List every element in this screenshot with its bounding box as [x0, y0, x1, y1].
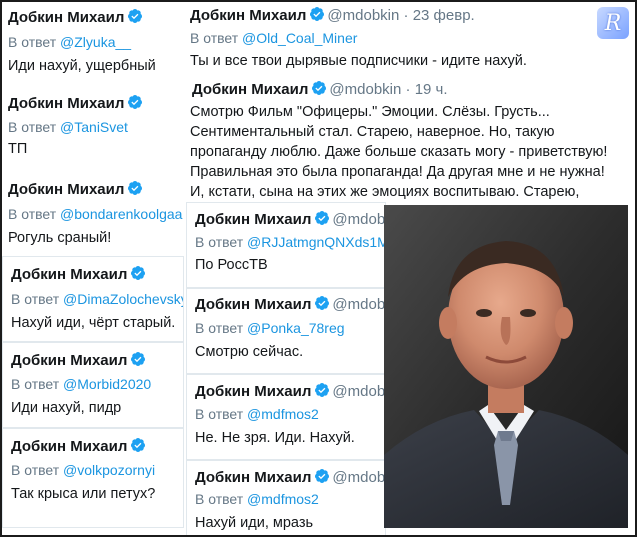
verified-icon — [127, 94, 143, 110]
tweet-text: Смотрю сейчас. — [195, 344, 304, 360]
mention-link[interactable]: @Ponka_78reg — [247, 320, 345, 336]
author-name[interactable]: Добкин Михаил — [195, 469, 311, 486]
author-handle[interactable]: @mdobki — [332, 383, 385, 400]
author-name[interactable]: Добкин Михаил — [8, 181, 124, 198]
left-tweet-5[interactable]: Добкин Михаил В ответ @Morbid2020 Иди на… — [2, 342, 184, 428]
reply-line: В ответ @Old_Coal_Miner — [190, 30, 358, 46]
left-tweet-1[interactable]: Добкин Михаил В ответ @Zlyuka__ Иди наху… — [0, 0, 180, 86]
verified-icon — [314, 295, 330, 311]
mid-tweet-1[interactable]: Добкин Михаил @mdobki В ответ @RJJatmgnQN… — [186, 202, 386, 288]
reply-line: В ответ @TaniSvet — [8, 119, 128, 135]
mid-tweet-3[interactable]: Добкин Михаил @mdobki В ответ @mdfmos2 Не… — [186, 374, 386, 460]
author-name[interactable]: Добкин Михаил — [195, 383, 311, 400]
tweet-time[interactable]: 23 февр. — [413, 7, 475, 24]
author-name[interactable]: Добкин Михаил — [195, 296, 311, 313]
verified-icon — [130, 265, 146, 281]
author-name[interactable]: Добкин Михаил — [11, 266, 127, 283]
tweet-text: Так крыса или петух? — [11, 486, 156, 502]
left-tweet-4[interactable]: Добкин Михаил В ответ @DimaZolochevsky Н… — [2, 256, 184, 342]
tweet-text: Смотрю Фильм "Офицеры." Эмоции. Слёзы. Г… — [190, 104, 608, 200]
author-handle[interactable]: @mdobki — [332, 211, 385, 228]
mention-link[interactable]: @DimaZolochevsky — [63, 291, 183, 307]
reply-line: В ответ @bondarenkoolgaa — [8, 206, 183, 222]
mention-link[interactable]: @Zlyuka__ — [60, 34, 131, 50]
verified-icon — [311, 80, 327, 96]
mention-link[interactable]: @Morbid2020 — [63, 376, 151, 392]
reply-line: В ответ @Morbid2020 — [11, 376, 152, 392]
tweet-text: Ты и все твои дырявые подписчики - идите… — [190, 53, 527, 69]
tweet-text: По РоссТВ — [195, 257, 268, 273]
verified-icon — [309, 6, 325, 22]
verified-icon — [127, 8, 143, 24]
left-tweet-2[interactable]: Добкин Михаил В ответ @TaniSvet ТП — [0, 88, 180, 168]
author-handle[interactable]: @mdobki — [332, 469, 385, 486]
portrait-illustration — [384, 205, 628, 528]
author-name[interactable]: Добкин Михаил — [8, 95, 124, 112]
r-logo-icon: R — [597, 7, 629, 39]
reply-line: В ответ @Ponka_78reg — [195, 320, 345, 336]
author-name[interactable]: Добкин Михаил — [8, 9, 124, 26]
tweet-text: Нахуй иди, чёрт старый. — [11, 315, 176, 331]
reply-line: В ответ @volkpozornyi — [11, 462, 156, 478]
mention-link[interactable]: @TaniSvet — [60, 119, 128, 135]
mention-link[interactable]: @Old_Coal_Miner — [242, 30, 357, 46]
author-name[interactable]: Добкин Михаил — [195, 211, 311, 228]
mention-link[interactable]: @mdfmos2 — [247, 406, 319, 422]
author-name[interactable]: Добкин Михаил — [11, 438, 127, 455]
tweet-time[interactable]: 19 ч. — [415, 81, 448, 98]
author-handle[interactable]: @mdobki — [332, 296, 385, 313]
tweet-text: Рогуль сраный! — [8, 230, 112, 246]
author-name[interactable]: Добкин Михаил — [11, 352, 127, 369]
tweet-text: Не. Не зря. Иди. Нахуй. — [195, 430, 355, 446]
top-tweet[interactable]: Добкин Михаил @mdobkin · 23 февр. В ответ… — [182, 0, 637, 76]
reply-line: В ответ @DimaZolochevsky — [11, 291, 183, 307]
verified-icon — [127, 180, 143, 196]
verified-icon — [130, 351, 146, 367]
left-tweet-3[interactable]: Добкин Михаил В ответ @bondarenkoolgaa Р… — [0, 172, 184, 256]
reply-line: В ответ @RJJatmgnQNXds1M — [195, 234, 385, 250]
tweet-text: ТП — [8, 141, 28, 157]
verified-icon — [130, 437, 146, 453]
reply-line: В ответ @mdfmos2 — [195, 406, 319, 422]
author-handle[interactable]: @mdobkin — [327, 7, 399, 24]
mid-tweet-4[interactable]: Добкин Михаил @mdobki В ответ @mdfmos2 На… — [186, 460, 386, 537]
verified-icon — [314, 468, 330, 484]
tweet-text: Нахуй иди, мразь — [195, 515, 314, 531]
reply-line: В ответ @Zlyuka__ — [8, 34, 132, 50]
author-name[interactable]: Добкин Михаил — [192, 81, 308, 98]
mention-link[interactable]: @bondarenkoolgaa — [60, 206, 182, 222]
mention-link[interactable]: @mdfmos2 — [247, 491, 319, 507]
verified-icon — [314, 210, 330, 226]
long-tweet[interactable]: Добкин Михаил @mdobkin · 19 ч. Смотрю Фил… — [184, 76, 624, 202]
author-name[interactable]: Добкин Михаил — [190, 7, 306, 24]
tweet-text: Иди нахуй, пидр — [11, 400, 122, 416]
mid-tweet-2[interactable]: Добкин Михаил @mdobki В ответ @Ponka_78re… — [186, 288, 386, 374]
mention-link[interactable]: @volkpozornyi — [63, 462, 155, 478]
mention-link[interactable]: @RJJatmgnQNXds1M — [247, 234, 385, 250]
verified-icon — [314, 382, 330, 398]
left-tweet-6[interactable]: Добкин Михаил В ответ @volkpozornyi Так … — [2, 428, 184, 528]
reply-line: В ответ @mdfmos2 — [195, 491, 319, 507]
tweet-text: Иди нахуй, ущербный — [8, 58, 156, 74]
portrait-photo — [384, 205, 628, 528]
author-handle[interactable]: @mdobkin — [329, 81, 401, 98]
